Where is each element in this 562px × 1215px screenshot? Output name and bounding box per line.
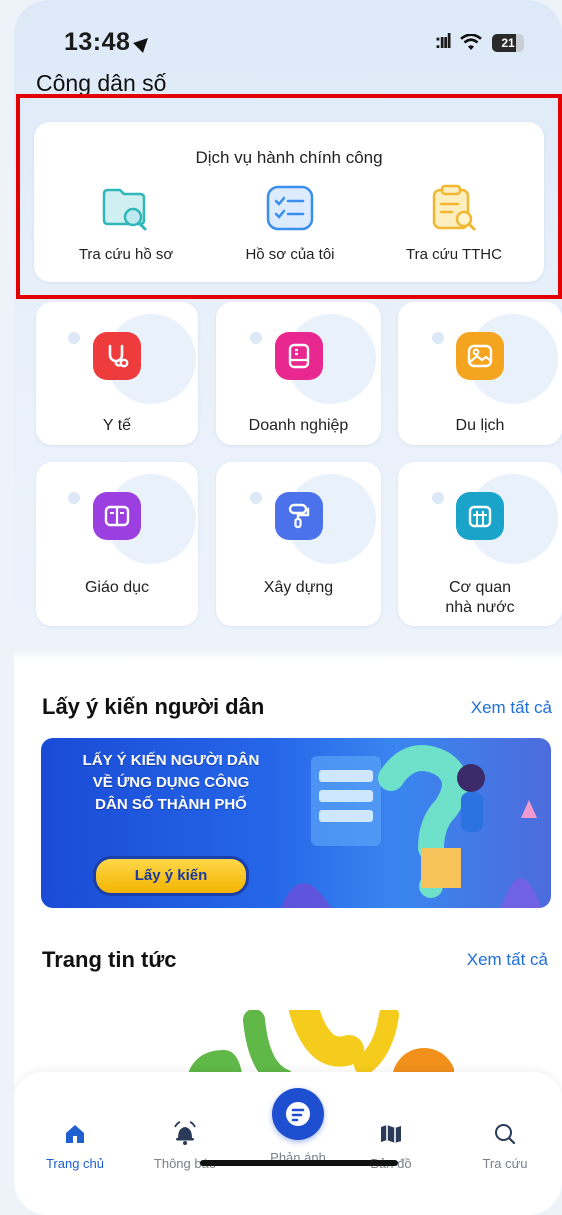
- tile-co-quan-nha-nuoc[interactable]: Cơ quan nhà nước: [398, 462, 562, 626]
- banner-line: DÂN SỐ THÀNH PHỐ: [95, 796, 247, 813]
- tile-label: Cơ quan nhà nước: [398, 578, 562, 618]
- tile-label: Giáo dục: [84, 579, 150, 596]
- stethoscope-icon: [93, 332, 141, 380]
- battery-level: 21: [501, 35, 515, 50]
- banner-text: LẤY Ý KIẾN NGƯỜI DÂN VỀ ỨNG DỤNG CÔNG DÂ…: [71, 750, 271, 816]
- tab-label: Trang chủ: [45, 1156, 105, 1171]
- tile-label: Doanh nghiệp: [248, 417, 349, 434]
- building-icon: [456, 492, 504, 540]
- tab-phan-anh-button[interactable]: [272, 1088, 324, 1140]
- opinion-see-all-link[interactable]: Xem tất cả: [471, 698, 552, 718]
- tile-giao-duc[interactable]: Giáo dục: [36, 462, 198, 626]
- status-bar: 13:48 :ııl 21: [14, 28, 562, 58]
- give-opinion-button[interactable]: Lấy ý kiến: [93, 856, 249, 896]
- bottom-tab-bar: Trang chủ Thông báo Phản ánh Bản đồ Tra …: [14, 1072, 562, 1215]
- tile-label: Y tế: [102, 417, 132, 434]
- wifi-icon: [460, 33, 482, 50]
- paint-roller-icon: [274, 492, 323, 540]
- tile-doanh-nghiep[interactable]: Doanh nghiệp: [216, 302, 381, 445]
- opinion-section-title: Lấy ý kiến người dân: [42, 694, 265, 719]
- tile-label-line1: Cơ quan: [448, 579, 512, 596]
- picture-icon: [456, 332, 504, 380]
- phone-screen: 13:48 :ııl 21 Công dân số Dịch vụ hành c…: [14, 0, 562, 1215]
- banner-illustration: [281, 745, 541, 908]
- tab-tra-cuu[interactable]: Tra cứu: [460, 1108, 550, 1171]
- book-icon: [93, 492, 141, 540]
- banner-line: LẤY Ý KIẾN NGƯỜI DÂN: [82, 752, 260, 769]
- status-time: 13:48: [64, 28, 154, 57]
- tab-trang-chu[interactable]: Trang chủ: [30, 1108, 120, 1171]
- tile-label: Du lịch: [455, 417, 505, 434]
- tile-du-lich[interactable]: Du lịch: [398, 302, 562, 445]
- tile-label-line2: nhà nước: [445, 599, 515, 616]
- office-icon: [274, 332, 323, 380]
- home-icon: [66, 1125, 84, 1143]
- clock-text: 13:48: [64, 28, 131, 56]
- feedback-icon: [286, 1102, 310, 1126]
- tab-label: Tra cứu: [482, 1156, 528, 1171]
- location-arrow-icon: [133, 33, 154, 53]
- page-title: Công dân số: [36, 70, 167, 96]
- home-indicator: [200, 1160, 398, 1166]
- map-icon: [381, 1125, 401, 1143]
- tile-label: Xây dựng: [263, 579, 334, 596]
- highlight-box: [16, 94, 562, 299]
- battery-icon: 21: [492, 33, 524, 52]
- banner-line: VỀ ỨNG DỤNG CÔNG: [92, 774, 250, 791]
- tile-y-te[interactable]: Y tế: [36, 302, 198, 445]
- news-see-all-link[interactable]: Xem tất cả: [467, 950, 548, 970]
- search-icon: [495, 1124, 516, 1145]
- status-indicators: :ııl 21: [435, 31, 524, 54]
- bell-icon: [174, 1121, 196, 1145]
- news-section-title: Trang tin tức: [42, 947, 177, 972]
- tile-xay-dung[interactable]: Xây dựng: [216, 462, 381, 626]
- signal-icon: :ııl: [434, 31, 452, 53]
- opinion-banner[interactable]: LẤY Ý KIẾN NGƯỜI DÂN VỀ ỨNG DỤNG CÔNG DÂ…: [41, 738, 551, 908]
